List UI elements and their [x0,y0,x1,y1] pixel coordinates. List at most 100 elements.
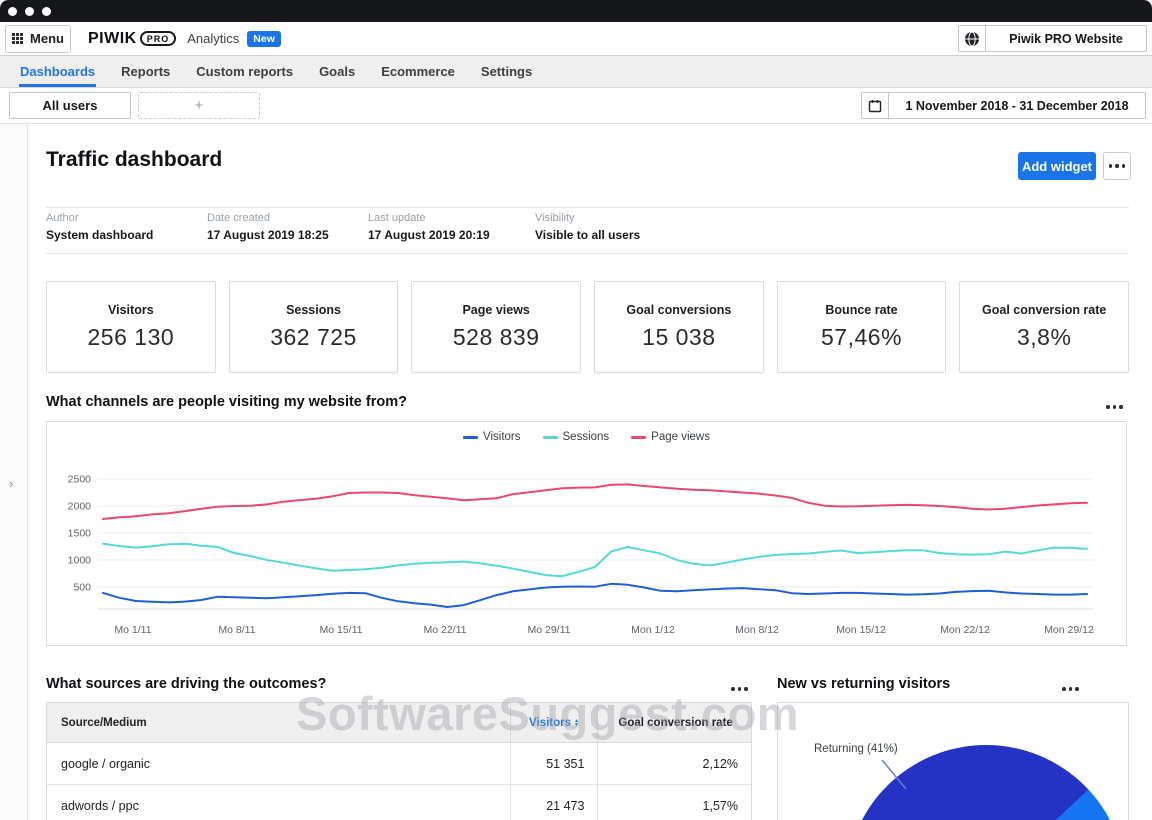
tab-settings[interactable]: Settings [481,56,532,87]
selected-website-name: Piwik PRO Website [986,26,1146,51]
page-title: Traffic dashboard [46,148,222,172]
grid-menu-icon [12,33,23,44]
meta-author: Author System dashboard [46,212,153,242]
cell-visitors: 21 473 [546,799,584,813]
tab-dashboards[interactable]: Dashboards [20,56,95,87]
svg-text:Mo 29/11: Mo 29/11 [528,624,571,636]
kpi-card-goal-conversions: Goal conversions 15 038 [594,281,764,373]
svg-text:Mon 1/12: Mon 1/12 [631,624,675,636]
tab-goals[interactable]: Goals [319,56,355,87]
svg-text:Mon 22/12: Mon 22/12 [940,624,990,636]
legend-swatch [543,436,558,439]
svg-text:Mon 8/12: Mon 8/12 [735,624,779,636]
cell-source-medium: google / organic [47,757,510,771]
meta-label: Author [46,212,153,224]
sources-table-more-button[interactable] [731,687,748,691]
tab-ecommerce[interactable]: Ecommerce [381,56,455,87]
column-header-visitors[interactable]: Visitors ▲▼ [510,703,598,742]
svg-text:1500: 1500 [68,528,92,540]
window-titlebar [0,0,1152,22]
meta-value: 17 August 2019 18:25 [207,228,329,242]
line-chart: 5001000150020002500Mo 1/11Mo 8/11Mo 15/1… [47,450,1126,645]
legend-label: Page views [651,431,710,443]
meta-visibility: Visibility Visible to all users [535,212,640,242]
window-minimize-button[interactable] [25,7,34,16]
legend-item-sessions[interactable]: Sessions [543,431,610,443]
pie-chart-more-button[interactable] [1062,687,1079,691]
ellipsis-icon [1109,164,1126,168]
column-header-goal-conversion-rate[interactable]: Goal conversion rate [597,703,751,742]
svg-text:1000: 1000 [68,555,92,567]
brand-pro-badge: PRO [140,31,177,46]
calendar-icon [862,93,889,118]
kpi-value: 256 130 [88,324,175,351]
kpi-value: 3,8% [1017,324,1071,351]
legend-swatch [463,436,478,439]
table-row[interactable]: adwords / ppc 21 473 1,57% [47,785,751,820]
menu-button-label: Menu [30,31,64,46]
brand-wordmark: PIWIK [88,30,137,48]
add-widget-button[interactable]: Add widget [1018,152,1096,180]
svg-text:Mo 1/11: Mo 1/11 [114,624,151,636]
legend-swatch [631,436,646,439]
kpi-label: Goal conversions [626,303,731,317]
legend-item-visitors[interactable]: Visitors [463,431,521,443]
chevron-right-icon[interactable]: › [9,476,13,491]
svg-text:Mo 15/11: Mo 15/11 [320,624,363,636]
kpi-value: 15 038 [642,324,715,351]
kpi-label: Sessions [286,303,341,317]
dashboard-tab-all-users[interactable]: All users [9,92,131,119]
new-badge: New [247,31,281,47]
dashboard-content: Traffic dashboard Add widget Author Syst… [28,124,1152,820]
piwik-pro-logo: PIWIK PRO [88,30,176,48]
kpi-value: 528 839 [453,324,540,351]
channels-chart-more-button[interactable] [1106,405,1123,409]
sources-table-title: What sources are driving the outcomes? [46,676,326,692]
dashboard-more-button[interactable] [1103,152,1131,180]
table-header-row: Source/Medium Visitors ▲▼ Goal conversio… [47,703,751,743]
window-close-button[interactable] [8,7,17,16]
kpi-label: Goal conversion rate [982,303,1106,317]
meta-value: System dashboard [46,228,153,242]
tab-custom-reports[interactable]: Custom reports [196,56,293,87]
window-maximize-button[interactable] [42,7,51,16]
cell-source-medium: adwords / ppc [47,799,510,813]
divider [46,207,1129,208]
date-range-picker[interactable]: 1 November 2018 - 31 December 2018 [861,92,1146,119]
legend-label: Visitors [483,431,521,443]
kpi-card-visitors: Visitors 256 130 [46,281,216,373]
website-selector[interactable]: Piwik PRO Website [958,25,1147,52]
pie-callout-line [778,703,1129,820]
svg-text:Mo 8/11: Mo 8/11 [218,624,255,636]
cell-goal-conversion-rate: 2,12% [703,757,738,771]
svg-text:Mon 29/12: Mon 29/12 [1044,624,1094,636]
add-dashboard-button[interactable]: + [138,92,260,119]
pie-chart-widget: Returning (41%) [777,702,1129,820]
tab-reports[interactable]: Reports [121,56,170,87]
divider [46,253,1129,254]
kpi-row: Visitors 256 130 Sessions 362 725 Page v… [46,281,1129,373]
cell-goal-conversion-rate: 1,57% [703,799,738,813]
meta-value: 17 August 2019 20:19 [368,228,490,242]
svg-text:Mo 22/11: Mo 22/11 [424,624,467,636]
globe-icon [959,26,986,51]
cell-visitors: 51 351 [546,757,584,771]
dashboard-toolbar: All users + 1 November 2018 - 31 Decembe… [0,88,1152,124]
meta-label: Date created [207,212,329,224]
kpi-label: Page views [462,303,529,317]
main-menu-button[interactable]: Menu [5,25,71,53]
channels-chart-widget: Visitors Sessions Page views 50010001500… [46,421,1127,646]
sort-icon: ▲▼ [574,719,579,727]
date-range-value: 1 November 2018 - 31 December 2018 [889,93,1145,118]
column-header-source-medium[interactable]: Source/Medium [47,717,510,729]
sidebar-rail: › [0,124,28,820]
kpi-card-bounce-rate: Bounce rate 57,46% [777,281,947,373]
legend-item-page-views[interactable]: Page views [631,431,710,443]
channels-chart-title: What channels are people visiting my web… [46,394,407,410]
svg-text:Mon 15/12: Mon 15/12 [836,624,886,636]
meta-last-update: Last update 17 August 2019 20:19 [368,212,490,242]
kpi-value: 362 725 [270,324,357,351]
meta-date-created: Date created 17 August 2019 18:25 [207,212,329,242]
table-row[interactable]: google / organic 51 351 2,12% [47,743,751,785]
kpi-card-goal-conversion-rate: Goal conversion rate 3,8% [959,281,1129,373]
